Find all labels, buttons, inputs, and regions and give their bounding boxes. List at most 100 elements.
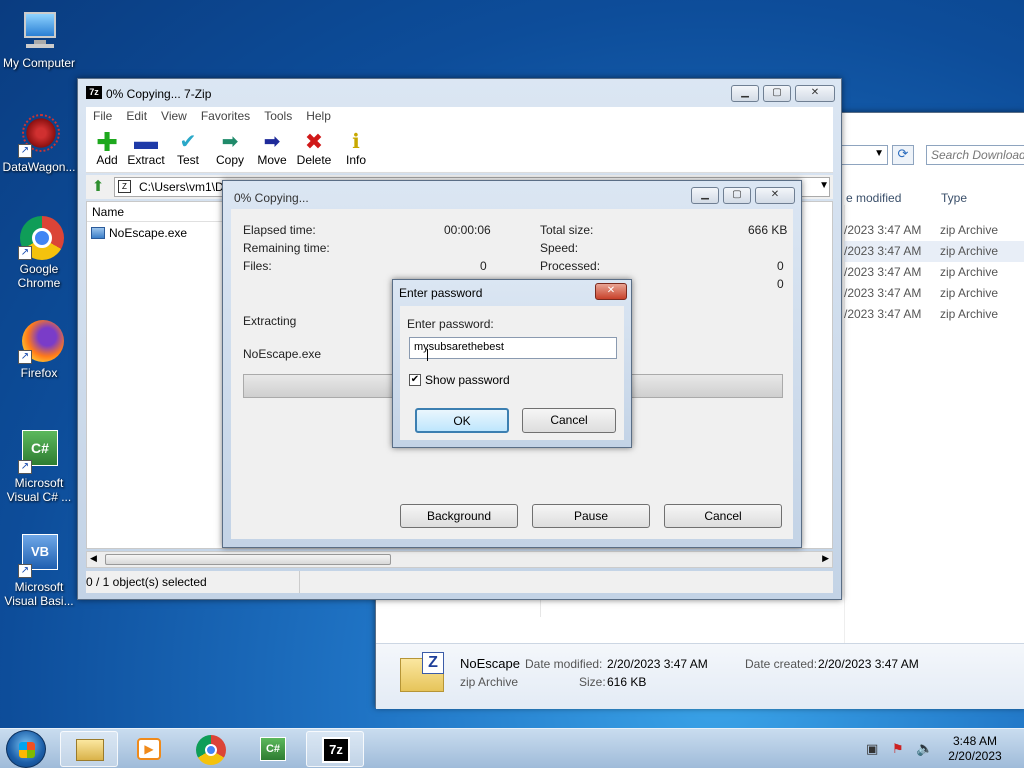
background-button[interactable]: Background xyxy=(400,504,518,528)
network-icon[interactable]: ▣ xyxy=(866,741,878,757)
menu-tools[interactable]: Tools xyxy=(257,107,299,127)
firefox-icon: ↗ xyxy=(16,318,64,364)
desktop-icon-label: Google Chrome xyxy=(17,262,61,290)
table-row[interactable]: /2023 3:47 AM zip Archive xyxy=(844,262,1024,283)
pause-button[interactable]: Pause xyxy=(532,504,650,528)
extract-button[interactable]: ▬ Extract xyxy=(125,128,167,168)
media-player-icon: ▶ xyxy=(137,738,161,760)
desktop-icon-firefox[interactable]: ↗ Firefox xyxy=(0,318,78,380)
cancel-button[interactable]: Cancel xyxy=(664,504,782,528)
computer-icon xyxy=(16,8,62,54)
column-type[interactable]: Type xyxy=(941,191,967,205)
path-icon: Z xyxy=(118,180,131,193)
minus-icon: ▬ xyxy=(134,128,158,155)
details-size: 616 KB xyxy=(607,675,647,689)
info-button[interactable]: ℹ Info xyxy=(335,131,377,167)
visual-basic-icon: VB ↗ xyxy=(16,532,62,578)
delete-x-icon: ✖ xyxy=(304,129,324,154)
horizontal-scrollbar[interactable]: ◀ ▶ xyxy=(86,551,833,568)
table-row[interactable]: /2023 3:47 AM zip Archive xyxy=(844,220,1024,241)
menu-file[interactable]: File xyxy=(86,107,119,127)
table-row[interactable]: /2023 3:47 AM zip Archive xyxy=(844,241,1024,262)
clock[interactable]: 3:48 AM 2/20/2023 xyxy=(940,734,1010,764)
desktop-icon-chrome[interactable]: ↗ Google Chrome xyxy=(0,214,78,290)
password-input[interactable]: mysubsarethebest xyxy=(409,337,617,359)
test-button[interactable]: ✔ Test xyxy=(167,131,209,167)
menu-edit[interactable]: Edit xyxy=(119,107,154,127)
taskbar-7zip[interactable]: 7z xyxy=(306,731,364,767)
copy-button[interactable]: ➡ Copy xyxy=(209,131,251,167)
close-button[interactable]: ✕ xyxy=(755,187,795,204)
show-password-checkbox[interactable]: ✔ Show password xyxy=(409,373,510,387)
minimize-button[interactable]: ▁ xyxy=(731,85,759,102)
details-size-label: Size: xyxy=(579,675,606,689)
delete-button[interactable]: ✖ Delete xyxy=(293,129,335,168)
details-date-modified: 2/20/2023 3:47 AM xyxy=(607,657,708,671)
taskbar-visual-csharp[interactable]: C# xyxy=(244,731,302,767)
list-item[interactable]: NoEscape.exe xyxy=(91,226,187,240)
desktop-icon-my-computer[interactable]: My Computer xyxy=(0,8,78,70)
desktop-icon-datawagon[interactable]: ↗ DataWagon... xyxy=(0,112,78,174)
table-row[interactable]: /2023 3:47 AM zip Archive xyxy=(844,304,1024,325)
scroll-left-icon[interactable]: ◀ xyxy=(90,553,97,564)
menu-favorites[interactable]: Favorites xyxy=(194,107,257,127)
row-date: /2023 3:47 AM xyxy=(844,307,922,321)
7zip-app-icon: 7z xyxy=(322,737,350,763)
menu-help[interactable]: Help xyxy=(299,107,338,127)
table-row[interactable]: /2023 3:47 AM zip Archive xyxy=(844,283,1024,304)
row-type: zip Archive xyxy=(940,265,999,279)
details-date-created-label: Date created: xyxy=(745,657,818,671)
refresh-icon[interactable]: ⟳ xyxy=(892,145,914,165)
current-file: NoEscape.exe xyxy=(243,347,322,361)
taskbar-media-player[interactable]: ▶ xyxy=(120,731,178,767)
csharp-icon: C# xyxy=(260,737,286,761)
row-type: zip Archive xyxy=(940,307,999,321)
menu-view[interactable]: View xyxy=(154,107,194,127)
shortcut-arrow-icon: ↗ xyxy=(18,144,32,158)
dialog-title: 0% Copying... xyxy=(234,191,309,205)
total-size-label: Total size: xyxy=(540,223,594,237)
close-button[interactable]: ✕ xyxy=(595,283,627,300)
windows-logo-icon xyxy=(19,742,35,758)
action-center-flag-icon[interactable]: ⚑ xyxy=(892,741,904,757)
window-title: 0% Copying... 7-Zip xyxy=(106,87,212,101)
address-dropdown[interactable]: ▼ xyxy=(836,145,888,165)
taskbar-explorer[interactable] xyxy=(60,731,118,767)
ok-button[interactable]: OK xyxy=(415,408,509,433)
clock-date: 2/20/2023 xyxy=(948,749,1002,763)
volume-icon[interactable]: 🔈 xyxy=(916,740,933,757)
csharp-icon: C# ↗ xyxy=(16,428,62,474)
maximize-button[interactable]: ▢ xyxy=(723,187,751,204)
cancel-button[interactable]: Cancel xyxy=(522,408,616,433)
dialog-title: Enter password xyxy=(399,286,483,300)
close-button[interactable]: ✕ xyxy=(795,85,835,102)
desktop-icon-label: Microsoft Visual C# ... xyxy=(6,476,72,504)
chevron-down-icon[interactable]: ▼ xyxy=(819,180,829,191)
password-dialog[interactable]: Enter password ✕ Enter password: mysubsa… xyxy=(392,279,632,448)
add-button[interactable]: ✚ Add xyxy=(86,129,128,167)
up-folder-icon[interactable]: ⬆ xyxy=(88,177,108,197)
menu-bar: File Edit View Favorites Tools Help xyxy=(86,107,833,127)
minimize-button[interactable]: ▁ xyxy=(691,187,719,204)
chrome-icon: ↗ xyxy=(16,214,64,260)
password-label: Enter password: xyxy=(407,317,494,331)
info-icon: ℹ xyxy=(352,131,360,153)
scroll-thumb[interactable] xyxy=(105,554,391,565)
desktop-icon-visual-basic[interactable]: VB ↗ Microsoft Visual Basi... xyxy=(0,532,78,608)
move-button[interactable]: ➡ Move xyxy=(251,131,293,167)
shortcut-arrow-icon: ↗ xyxy=(18,350,32,364)
desktop-icon-visual-csharp[interactable]: C# ↗ Microsoft Visual C# ... xyxy=(0,428,78,504)
taskbar-chrome[interactable] xyxy=(182,731,240,767)
maximize-button[interactable]: ▢ xyxy=(763,85,791,102)
column-name[interactable]: Name xyxy=(87,202,227,222)
row-type: zip Archive xyxy=(940,244,999,258)
desktop-icon-label: DataWagon... xyxy=(2,160,76,174)
taskbar: ▶ C# 7z ▣ ⚑ 🔈 3:48 AM 2/20/2023 xyxy=(0,728,1024,768)
search-input[interactable]: Search Download xyxy=(926,145,1024,165)
datawagon-icon: ↗ xyxy=(16,112,62,158)
column-date-modified[interactable]: e modified xyxy=(846,191,901,205)
files-value: 0 xyxy=(480,259,487,273)
scroll-right-icon[interactable]: ▶ xyxy=(822,553,829,564)
start-button[interactable] xyxy=(6,730,46,768)
processed-label: Processed: xyxy=(540,259,601,273)
